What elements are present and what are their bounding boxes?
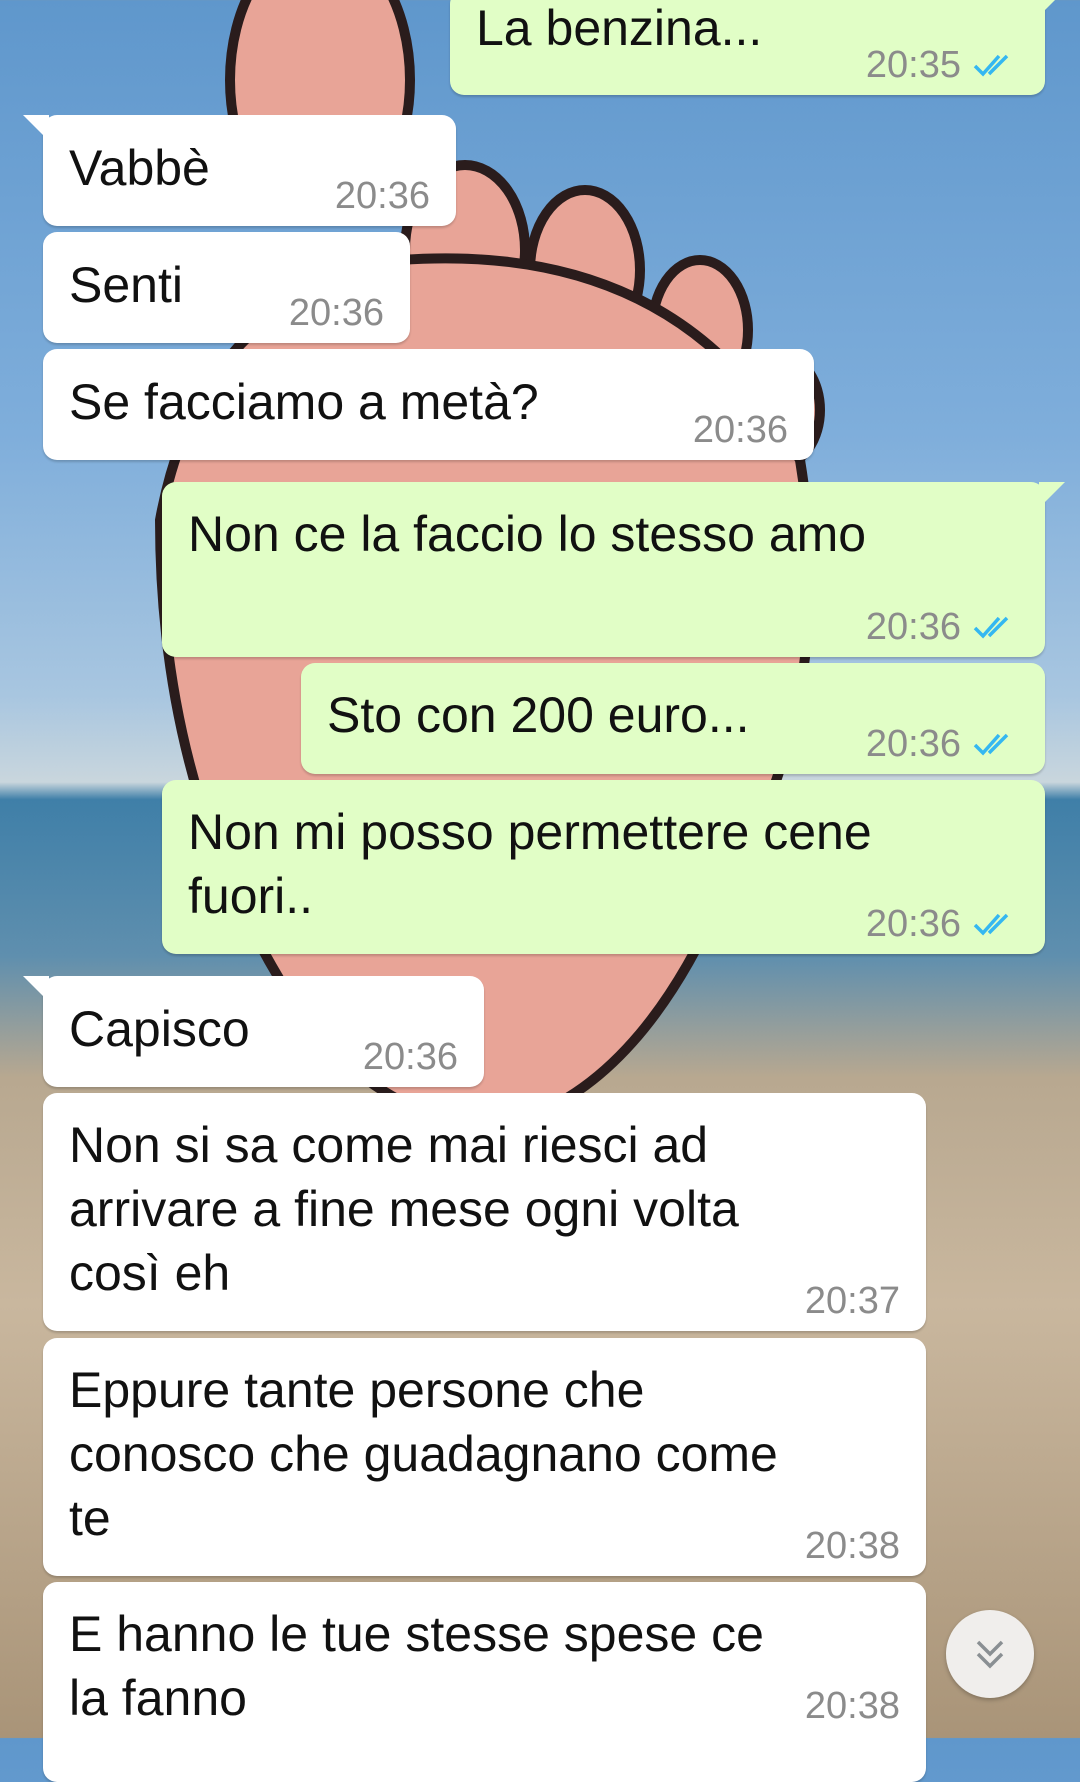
- message-meta: 20:38: [805, 1686, 900, 1726]
- message-time: 20:36: [362, 1036, 458, 1078]
- double-check-icon: [973, 733, 1009, 756]
- message-time: 20:36: [692, 409, 788, 451]
- message-time: 20:36: [865, 903, 961, 945]
- message-bubble-incoming[interactable]: Eppure tante persone che conosco che gua…: [43, 1338, 926, 1576]
- scroll-to-bottom-button[interactable]: [946, 1610, 1034, 1698]
- message-time: 20:36: [865, 606, 961, 648]
- message-bubble-outgoing[interactable]: La benzina... 20:35: [450, 0, 1065, 95]
- message-text: Eppure tante persone che conosco che gua…: [69, 1362, 792, 1546]
- message-bubble-outgoing[interactable]: Sto con 200 euro... 20:36: [301, 663, 1045, 774]
- message-time: 20:36: [288, 292, 384, 334]
- message-time: 20:38: [804, 1525, 900, 1567]
- message-text: Non ce la faccio lo stesso amo: [188, 506, 867, 562]
- double-check-icon: [973, 54, 1009, 77]
- message-meta: 20:36: [693, 410, 788, 450]
- message-meta: 20:38: [805, 1526, 900, 1566]
- message-bubble-incoming[interactable]: Non si sa come mai riesci ad arrivare a …: [43, 1093, 926, 1331]
- message-meta: 20:35: [866, 45, 1019, 85]
- message-meta: 20:36: [363, 1037, 458, 1077]
- message-time: 20:36: [865, 723, 961, 765]
- double-check-icon: [973, 616, 1009, 639]
- message-bubble-incoming[interactable]: Senti 20:36: [43, 232, 410, 343]
- message-text: E hanno le tue stesse spese ce la fanno: [69, 1606, 778, 1726]
- chevron-double-down-icon: [976, 1640, 1004, 1669]
- message-bubble-incoming[interactable]: Capisco 20:36: [23, 976, 484, 1087]
- double-check-icon: [973, 913, 1009, 936]
- message-text: Se facciamo a metà?: [69, 374, 539, 430]
- message-time: 20:36: [334, 175, 430, 217]
- message-time: 20:38: [804, 1685, 900, 1727]
- message-bubble-incoming[interactable]: Se facciamo a metà? 20:36: [43, 349, 814, 460]
- message-text: Non mi posso permettere cene fuori..: [188, 804, 886, 924]
- message-bubble-outgoing[interactable]: Non ce la faccio lo stesso amo 20:36: [162, 482, 1065, 657]
- message-meta: 20:36: [289, 293, 384, 333]
- message-time: 20:37: [804, 1280, 900, 1322]
- message-bubble-outgoing[interactable]: Non mi posso permettere cene fuori.. 20:…: [162, 780, 1045, 954]
- message-meta: 20:37: [805, 1281, 900, 1321]
- message-bubble-incoming[interactable]: Vabbè 20:36: [23, 115, 456, 226]
- message-meta: 20:36: [866, 724, 1019, 764]
- message-time: 20:35: [865, 44, 961, 86]
- message-meta: 20:36: [866, 607, 1019, 647]
- message-bubble-incoming[interactable]: E hanno le tue stesse spese ce la fanno …: [43, 1582, 926, 1782]
- message-meta: 20:36: [335, 176, 430, 216]
- message-meta: 20:36: [866, 904, 1019, 944]
- message-text: Non si sa come mai riesci ad arrivare a …: [69, 1117, 753, 1301]
